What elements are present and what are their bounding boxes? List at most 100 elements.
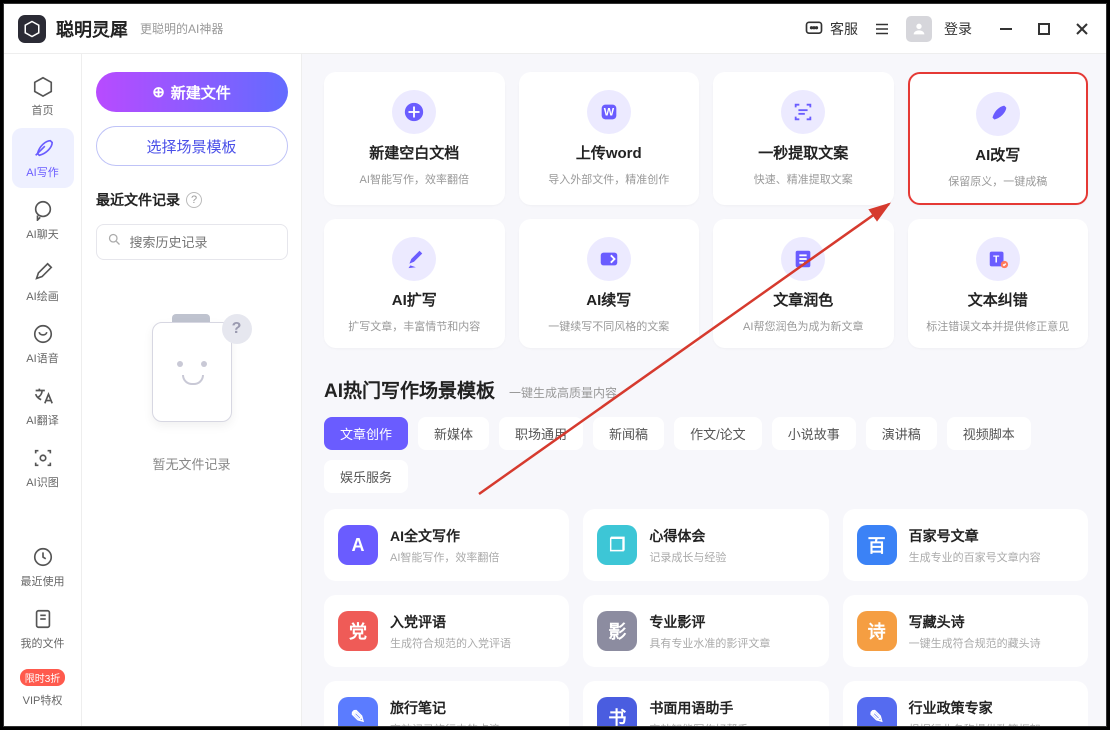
template-card[interactable]: ❐ 心得体会 记录成长与经验 — [583, 509, 828, 581]
maximize-button[interactable] — [1034, 19, 1054, 39]
nav-ai-image[interactable]: AI识图 — [12, 438, 74, 498]
quick-action-card[interactable]: AI扩写 扩写文章，丰富情节和内容 — [324, 219, 505, 348]
search-box[interactable] — [96, 224, 288, 260]
template-card[interactable]: ✎ 旅行笔记 高效记录旅行中的点滴 — [324, 681, 569, 726]
action-title: 新建空白文档 — [369, 142, 459, 163]
chat-bubble-icon — [31, 198, 55, 222]
template-title: 书面用语助手 — [649, 698, 748, 718]
nav-ai-chat[interactable]: AI聊天 — [12, 190, 74, 250]
recent-files-title: 最近文件记录 — [96, 190, 180, 210]
action-title: AI续写 — [586, 289, 631, 310]
nav-home[interactable]: 首页 — [12, 66, 74, 126]
app-window: 聪明灵犀 更聪明的AI神器 客服 登录 首页 — [3, 3, 1107, 727]
template-tab[interactable]: 作文/论文 — [674, 417, 762, 450]
empty-text: 暂无文件记录 — [152, 454, 230, 473]
action-desc: AI帮您润色为成为新文章 — [743, 318, 863, 334]
scan-icon — [31, 446, 55, 470]
template-icon: ❐ — [597, 525, 637, 565]
promo-badge: 限时3折 — [20, 669, 66, 686]
svg-text:T: T — [993, 255, 1000, 266]
nav-vip[interactable]: 限时3折 VIP特权 — [12, 661, 74, 716]
action-icon — [392, 90, 436, 134]
action-title: 文本纠错 — [968, 289, 1028, 310]
search-input[interactable] — [130, 235, 306, 250]
app-logo-icon — [18, 15, 46, 43]
login-button[interactable]: 登录 — [906, 16, 972, 42]
action-title: 文章润色 — [773, 289, 833, 310]
template-icon: 党 — [338, 611, 378, 651]
section-title: AI热门写作场景模板 — [324, 376, 495, 403]
template-card[interactable]: 百 百家号文章 生成专业的百家号文章内容 — [843, 509, 1088, 581]
quick-action-card[interactable]: T 文本纠错 标注错误文本并提供修正意见 — [908, 219, 1089, 348]
support-button[interactable]: 客服 — [804, 19, 858, 39]
new-file-button[interactable]: ⊕ 新建文件 — [96, 72, 288, 112]
action-icon — [976, 92, 1020, 136]
nav-ai-translate[interactable]: AI翻译 — [12, 376, 74, 436]
quick-action-card[interactable]: AI续写 一键续写不同风格的文案 — [519, 219, 700, 348]
template-tab[interactable]: 新闻稿 — [593, 417, 664, 450]
template-desc: 记录成长与经验 — [649, 549, 726, 565]
action-icon — [781, 90, 825, 134]
template-title: AI全文写作 — [390, 526, 499, 546]
template-title: 入党评语 — [390, 612, 511, 632]
template-card[interactable]: 影 专业影评 具有专业水准的影评文章 — [583, 595, 828, 667]
template-title: 专业影评 — [649, 612, 770, 632]
template-icon: ✎ — [338, 697, 378, 726]
brush-icon — [31, 260, 55, 284]
template-title: 百家号文章 — [909, 526, 1041, 546]
action-icon: T — [976, 237, 1020, 281]
template-desc: 生成符合规范的入党评语 — [390, 635, 511, 651]
sidebar: 首页 AI写作 AI聊天 AI绘画 AI语音 AI翻译 — [4, 54, 82, 726]
template-card[interactable]: ✎ 行业政策专家 根据行业名称提供政策框架 — [843, 681, 1088, 726]
select-template-button[interactable]: 选择场景模板 — [96, 126, 288, 166]
close-button[interactable] — [1072, 19, 1092, 39]
template-icon: 影 — [597, 611, 637, 651]
template-icon: 书 — [597, 697, 637, 726]
quick-action-card[interactable]: 一秒提取文案 快速、精准提取文案 — [713, 72, 894, 205]
template-card[interactable]: 诗 写藏头诗 一键生成符合规范的藏头诗 — [843, 595, 1088, 667]
template-card[interactable]: A AI全文写作 AI智能写作，效率翻倍 — [324, 509, 569, 581]
template-desc: AI智能写作，效率翻倍 — [390, 549, 499, 565]
nav-ai-writing[interactable]: AI写作 — [12, 128, 74, 188]
template-tab[interactable]: 职场通用 — [499, 417, 583, 450]
chat-icon — [804, 19, 824, 39]
template-card[interactable]: 书 书面用语助手 高效智能写作好帮手 — [583, 681, 828, 726]
template-tab[interactable]: 娱乐服务 — [324, 460, 408, 493]
action-desc: 保留原义，一键成稿 — [948, 173, 1047, 189]
action-desc: 快速、精准提取文案 — [754, 171, 853, 187]
nav-ai-paint[interactable]: AI绘画 — [12, 252, 74, 312]
minimize-button[interactable] — [996, 19, 1016, 39]
action-desc: AI智能写作，效率翻倍 — [360, 171, 469, 187]
template-icon: 百 — [857, 525, 897, 565]
nav-my-files[interactable]: 我的文件 — [12, 599, 74, 659]
action-desc: 标注错误文本并提供修正意见 — [926, 318, 1069, 334]
svg-text:W: W — [604, 107, 615, 119]
template-tab[interactable]: 视频脚本 — [947, 417, 1031, 450]
template-desc: 高效智能写作好帮手 — [649, 721, 748, 727]
nav-ai-voice[interactable]: AI语音 — [12, 314, 74, 374]
template-tab[interactable]: 文章创作 — [324, 417, 408, 450]
template-tab[interactable]: 小说故事 — [772, 417, 856, 450]
help-icon[interactable]: ? — [186, 192, 202, 208]
feather-icon — [31, 136, 55, 160]
quick-action-card[interactable]: 新建空白文档 AI智能写作，效率翻倍 — [324, 72, 505, 205]
quick-action-card[interactable]: W 上传word 导入外部文件，精准创作 — [519, 72, 700, 205]
template-icon: ✎ — [857, 697, 897, 726]
quick-action-card[interactable]: AI改写 保留原义，一键成稿 — [908, 72, 1089, 205]
app-subtitle: 更聪明的AI神器 — [140, 20, 223, 37]
nav-recent[interactable]: 最近使用 — [12, 537, 74, 597]
template-title: 写藏头诗 — [909, 612, 1041, 632]
template-card[interactable]: 党 入党评语 生成符合规范的入党评语 — [324, 595, 569, 667]
template-tab[interactable]: 演讲稿 — [866, 417, 937, 450]
template-icon: A — [338, 525, 378, 565]
template-title: 行业政策专家 — [909, 698, 1041, 718]
menu-icon[interactable] — [872, 19, 892, 39]
template-title: 旅行笔记 — [390, 698, 500, 718]
action-title: 一秒提取文案 — [758, 142, 848, 163]
template-tab[interactable]: 新媒体 — [418, 417, 489, 450]
home-icon — [31, 74, 55, 98]
quick-action-card[interactable]: 文章润色 AI帮您润色为成为新文章 — [713, 219, 894, 348]
template-tabs: 文章创作新媒体职场通用新闻稿作文/论文小说故事演讲稿视频脚本娱乐服务 — [324, 417, 1088, 493]
empty-illustration: ? — [132, 314, 252, 424]
action-title: AI扩写 — [392, 289, 437, 310]
